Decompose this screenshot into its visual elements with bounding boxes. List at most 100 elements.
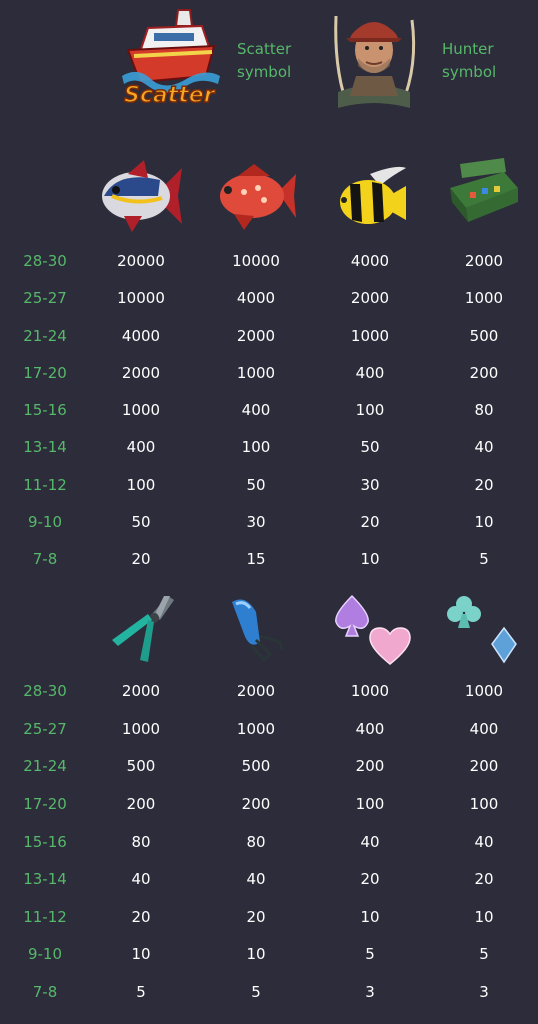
- symbol-count-range: 17-20: [23, 363, 67, 382]
- payout-value: 1000: [121, 719, 161, 738]
- payout-value: 2000: [236, 682, 276, 700]
- payout-value: 40: [131, 870, 151, 889]
- payout-value: 100: [355, 401, 385, 419]
- symbol-count-range: 11-12: [23, 907, 67, 926]
- payout-value: 50: [246, 475, 266, 494]
- payout-value: 500: [241, 757, 271, 776]
- payout-value: 80: [474, 401, 494, 419]
- payout-value: 500: [469, 326, 499, 345]
- scatter-symbol: Scatter: [118, 6, 223, 110]
- symbol-count-range: 21-24: [23, 326, 67, 345]
- payout-value: 50: [131, 512, 151, 531]
- pliers-icon: [112, 596, 174, 662]
- payout-value: 2000: [350, 289, 390, 308]
- payout-value: 3: [365, 983, 375, 1001]
- hunter-label-line2: symbol: [442, 63, 497, 81]
- symbol-count-range: 9-10: [27, 945, 63, 964]
- payout-value: 80: [131, 832, 151, 851]
- payout-value: 20: [131, 907, 151, 926]
- payout-value: 40: [474, 438, 494, 457]
- payout-value: 100: [126, 475, 156, 494]
- fisherman-hunter-icon: [334, 15, 416, 108]
- tackle-box-icon: [450, 158, 518, 222]
- payout-value: 2000: [236, 326, 276, 345]
- payout-value: 5: [251, 983, 261, 1001]
- payout-value: 10000: [232, 252, 280, 270]
- scatter-label-line1: Scatter: [237, 40, 292, 58]
- payout-value: 100: [241, 438, 271, 457]
- symbol-count-range: 21-24: [23, 757, 67, 776]
- payout-value: 1000: [464, 289, 504, 308]
- payout-value: 4000: [121, 326, 161, 345]
- symbol-count-range: 7-8: [32, 550, 58, 568]
- payout-value: 10000: [117, 289, 165, 308]
- payout-value: 20: [246, 907, 266, 926]
- payout-value: 10: [131, 945, 151, 964]
- payout-value: 1000: [236, 363, 276, 382]
- symbol-count-range: 7-8: [32, 983, 58, 1001]
- tuna-fish-icon: [102, 160, 182, 232]
- payout-value: 40: [360, 832, 380, 851]
- payout-value: 4000: [350, 252, 390, 270]
- payout-value: 40: [246, 870, 266, 889]
- symbol-count-range: 11-12: [23, 475, 67, 494]
- scatter-label-line2: symbol: [237, 63, 292, 81]
- payout-value: 5: [365, 945, 375, 964]
- payout-value: 20: [360, 512, 380, 531]
- payout-value: 40: [474, 832, 494, 851]
- payout-value: 20: [360, 870, 380, 889]
- payout-value: 10: [474, 907, 494, 926]
- symbol-count-range: 28-30: [23, 682, 67, 700]
- symbol-count-range: 28-30: [23, 252, 67, 270]
- payout-value: 1000: [350, 682, 390, 700]
- payout-value: 200: [469, 363, 499, 382]
- payout-value: 4000: [236, 289, 276, 308]
- payout-value: 80: [246, 832, 266, 851]
- spade-heart-icon: [335, 594, 411, 665]
- boat-scatter-icon: Scatter: [122, 9, 220, 109]
- hunter-symbol-label: Hunter symbol: [442, 38, 496, 84]
- payout-value: 10: [360, 550, 380, 568]
- payout-value: 1000: [121, 401, 161, 419]
- symbol-count-range: 15-16: [23, 832, 67, 851]
- payout-value: 200: [126, 794, 156, 813]
- payout-value: 400: [469, 719, 499, 738]
- payout-value: 3: [479, 983, 489, 1001]
- symbol-count-range: 9-10: [27, 512, 63, 531]
- payout-value: 20: [474, 870, 494, 889]
- symbol-count-range: 13-14: [23, 438, 67, 457]
- payout-value: 10: [360, 907, 380, 926]
- symbol-count-range: 13-14: [23, 870, 67, 889]
- payout-value: 5: [479, 550, 489, 568]
- fishing-lure-icon: [232, 599, 284, 663]
- angelfish-icon: [340, 166, 406, 224]
- payout-value: 1000: [350, 326, 390, 345]
- red-fish-icon: [220, 164, 296, 230]
- payout-value: 400: [355, 363, 385, 382]
- payout-value: 200: [355, 757, 385, 776]
- payout-value: 5: [479, 945, 489, 964]
- symbol-count-range: 25-27: [23, 719, 67, 738]
- payout-value: 400: [126, 438, 156, 457]
- club-diamond-icon: [447, 596, 517, 664]
- payout-value: 20000: [117, 252, 165, 270]
- hunter-label-line1: Hunter: [442, 40, 494, 58]
- payout-value: 2000: [464, 252, 504, 270]
- payout-value: 5: [136, 983, 146, 1001]
- symbol-count-range: 15-16: [23, 401, 67, 419]
- payout-value: 20: [474, 475, 494, 494]
- payout-value: 400: [355, 719, 385, 738]
- payout-value: 20: [131, 550, 151, 568]
- payout-value: 200: [241, 794, 271, 813]
- payout-value: 200: [469, 757, 499, 776]
- payout-value: 400: [241, 401, 271, 419]
- payout-value: 500: [126, 757, 156, 776]
- payout-value: 15: [246, 550, 266, 568]
- payout-value: 50: [360, 438, 380, 457]
- payout-value: 30: [246, 512, 266, 531]
- payout-value: 1000: [464, 682, 504, 700]
- payout-value: 1000: [236, 719, 276, 738]
- payout-value: 2000: [121, 363, 161, 382]
- scatter-logo-text: Scatter: [124, 83, 216, 108]
- payout-value: 30: [360, 475, 380, 494]
